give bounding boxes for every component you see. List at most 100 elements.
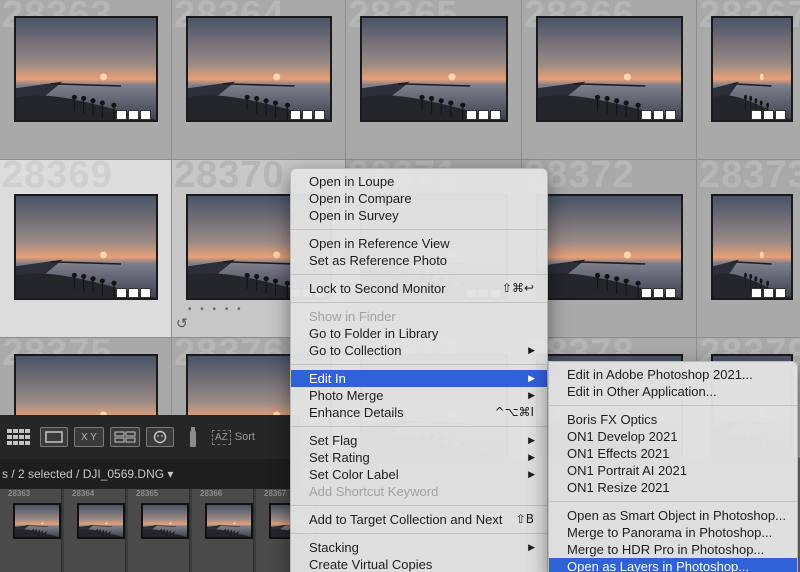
grid-cell[interactable]: 28367 bbox=[697, 0, 800, 160]
menu-item-label: Open in Reference View bbox=[309, 236, 450, 251]
filmstrip-thumbnail[interactable] bbox=[77, 503, 125, 539]
metadata-badge-icon[interactable] bbox=[478, 110, 489, 120]
menu-item-boris-fx-optics[interactable]: Boris FX Optics bbox=[549, 411, 797, 428]
copy-badge-icon[interactable] bbox=[314, 110, 325, 120]
menu-item-open-as-layers-in-photoshop[interactable]: Open as Layers in Photoshop... bbox=[549, 558, 797, 572]
menu-item-enhance-details[interactable]: Enhance Details ^⌥⌘I bbox=[291, 404, 547, 421]
keyword-badge-icon[interactable] bbox=[751, 110, 762, 120]
metadata-badge-icon[interactable] bbox=[128, 288, 139, 298]
menu-item-stacking[interactable]: Stacking ▶ bbox=[291, 539, 547, 556]
copy-badge-icon[interactable] bbox=[140, 288, 151, 298]
menu-item-set-rating[interactable]: Set Rating ▶ bbox=[291, 449, 547, 466]
menu-item-set-color-label[interactable]: Set Color Label ▶ bbox=[291, 466, 547, 483]
menu-item-go-to-folder-in-library[interactable]: Go to Folder in Library bbox=[291, 325, 547, 342]
menu-item-on1-resize-2021[interactable]: ON1 Resize 2021 bbox=[549, 479, 797, 496]
menu-item-set-flag[interactable]: Set Flag ▶ bbox=[291, 432, 547, 449]
menu-item-add-to-target-collection-and-next[interactable]: Add to Target Collection and Next ⇧B bbox=[291, 511, 547, 528]
people-view-button[interactable] bbox=[146, 427, 174, 447]
menu-item-open-as-smart-object-in-photoshop[interactable]: Open as Smart Object in Photoshop... bbox=[549, 507, 797, 524]
menu-item-lock-to-second-monitor[interactable]: Lock to Second Monitor ⇧⌘↩ bbox=[291, 280, 547, 297]
compare-view-button[interactable]: X Y bbox=[74, 427, 104, 447]
grid-cell[interactable]: 28363 bbox=[0, 0, 172, 160]
menu-item-on1-portrait-ai-2021[interactable]: ON1 Portrait AI 2021 bbox=[549, 462, 797, 479]
menu-item-label: Edit In bbox=[309, 371, 346, 386]
menu-item-edit-in[interactable]: Edit In ▶ bbox=[291, 370, 547, 387]
photo-thumbnail[interactable] bbox=[186, 16, 332, 122]
menu-item-label: ON1 Portrait AI 2021 bbox=[567, 463, 687, 478]
metadata-badge-icon[interactable] bbox=[128, 110, 139, 120]
filmstrip-number: 28365 bbox=[136, 489, 159, 498]
photo-thumbnail[interactable] bbox=[711, 16, 793, 122]
filmstrip-cell[interactable]: 28364 bbox=[64, 489, 126, 572]
painter-button[interactable] bbox=[180, 423, 206, 451]
spray-can-icon bbox=[190, 427, 196, 447]
grid-cell[interactable]: 28365 bbox=[346, 0, 522, 160]
survey-view-icon bbox=[114, 431, 136, 443]
photo-thumbnail[interactable] bbox=[711, 194, 793, 300]
grid-cell[interactable]: 28366 bbox=[522, 0, 697, 160]
photo-thumbnail[interactable] bbox=[536, 16, 683, 122]
keyword-badge-icon[interactable] bbox=[290, 110, 301, 120]
menu-item-label: Photo Merge bbox=[309, 388, 384, 403]
keyword-badge-icon[interactable] bbox=[116, 110, 127, 120]
filmstrip-cell[interactable]: 28363 bbox=[0, 489, 62, 572]
menu-item-on1-effects-2021[interactable]: ON1 Effects 2021 bbox=[549, 445, 797, 462]
menu-item-on1-develop-2021[interactable]: ON1 Develop 2021 bbox=[549, 428, 797, 445]
menu-item-merge-to-panorama-in-photoshop[interactable]: Merge to Panorama in Photoshop... bbox=[549, 524, 797, 541]
menu-item-photo-merge[interactable]: Photo Merge ▶ bbox=[291, 387, 547, 404]
rating-dots[interactable]: • • • • • bbox=[188, 304, 244, 315]
menu-item-open-in-loupe[interactable]: Open in Loupe bbox=[291, 173, 547, 190]
rotate-icon[interactable]: ↺ bbox=[176, 316, 188, 332]
copy-badge-icon[interactable] bbox=[140, 110, 151, 120]
filmstrip-cell[interactable]: 28366 bbox=[192, 489, 254, 572]
metadata-badge-icon[interactable] bbox=[763, 110, 774, 120]
copy-badge-icon[interactable] bbox=[775, 110, 786, 120]
grid-cell[interactable]: 28369 bbox=[0, 160, 172, 338]
filmstrip-selection-info[interactable]: s / 2 selected / DJI_0569.DNG ▾ bbox=[2, 467, 173, 481]
menu-item-merge-to-hdr-pro-in-photoshop[interactable]: Merge to HDR Pro in Photoshop... bbox=[549, 541, 797, 558]
loupe-view-button[interactable] bbox=[40, 427, 68, 447]
submenu-arrow-icon: ▶ bbox=[528, 452, 535, 462]
grid-cell[interactable]: 28364 bbox=[172, 0, 346, 160]
filmstrip-thumbnail[interactable] bbox=[141, 503, 189, 539]
copy-badge-icon[interactable] bbox=[775, 288, 786, 298]
survey-view-button[interactable] bbox=[110, 427, 140, 447]
filmstrip-thumbnail[interactable] bbox=[13, 503, 61, 539]
menu-item-open-in-reference-view[interactable]: Open in Reference View bbox=[291, 235, 547, 252]
keyword-badge-icon[interactable] bbox=[641, 110, 652, 120]
sort-icon: AZ bbox=[212, 429, 231, 445]
menu-item-label: Open as Smart Object in Photoshop... bbox=[567, 508, 786, 523]
edit-in-submenu: Edit in Adobe Photoshop 2021... Edit in O… bbox=[548, 361, 798, 572]
keyword-badge-icon[interactable] bbox=[116, 288, 127, 298]
menu-item-create-virtual-copies[interactable]: Create Virtual Copies bbox=[291, 556, 547, 572]
keyword-badge-icon[interactable] bbox=[641, 288, 652, 298]
photo-thumbnail[interactable] bbox=[14, 16, 158, 122]
keyword-badge-icon[interactable] bbox=[751, 288, 762, 298]
metadata-badge-icon[interactable] bbox=[763, 288, 774, 298]
menu-item-edit-in-adobe-photoshop-2021[interactable]: Edit in Adobe Photoshop 2021... bbox=[549, 366, 797, 383]
menu-item-label: Go to Folder in Library bbox=[309, 326, 439, 341]
filmstrip-cell[interactable]: 28365 bbox=[128, 489, 190, 572]
copy-badge-icon[interactable] bbox=[665, 110, 676, 120]
metadata-badge-icon[interactable] bbox=[302, 110, 313, 120]
menu-item-edit-in-other-application[interactable]: Edit in Other Application... bbox=[549, 383, 797, 400]
copy-badge-icon[interactable] bbox=[665, 288, 676, 298]
grid-cell[interactable]: 28373 bbox=[697, 160, 800, 338]
photo-thumbnail[interactable] bbox=[14, 194, 158, 300]
grid-cell[interactable]: 28372 bbox=[522, 160, 697, 338]
menu-item-open-in-compare[interactable]: Open in Compare bbox=[291, 190, 547, 207]
sort-control[interactable]: AZ Sort bbox=[212, 429, 255, 445]
menu-item-open-in-survey[interactable]: Open in Survey bbox=[291, 207, 547, 224]
keyword-badge-icon[interactable] bbox=[466, 110, 477, 120]
metadata-badge-icon[interactable] bbox=[653, 288, 664, 298]
copy-badge-icon[interactable] bbox=[490, 110, 501, 120]
metadata-badge-icon[interactable] bbox=[653, 110, 664, 120]
menu-item-go-to-collection[interactable]: Go to Collection ▶ bbox=[291, 342, 547, 359]
submenu-arrow-icon: ▶ bbox=[528, 435, 535, 445]
photo-thumbnail[interactable] bbox=[360, 16, 508, 122]
photo-thumbnail[interactable] bbox=[536, 194, 683, 300]
filmstrip-thumbnail[interactable] bbox=[205, 503, 253, 539]
menu-item-set-as-reference-photo[interactable]: Set as Reference Photo bbox=[291, 252, 547, 269]
menu-item-label: Set as Reference Photo bbox=[309, 253, 448, 268]
grid-view-button[interactable] bbox=[4, 427, 34, 447]
